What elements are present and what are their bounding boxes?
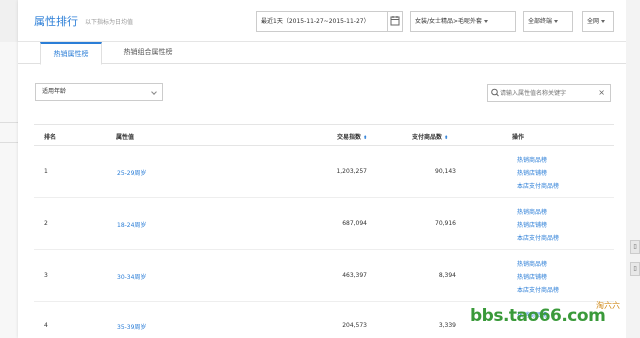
rank-cell: 4 <box>44 322 48 329</box>
right-gutter <box>626 0 640 338</box>
table-row: 1 25-29周岁 1,203,257 90,143 热销商品榜 热销店铺榜 本… <box>34 146 614 198</box>
share-button[interactable]: ▯ <box>630 262 640 276</box>
table-row: 2 18-24周岁 687,094 70,916 热销商品榜 热销店铺榜 本店支… <box>34 198 614 250</box>
hot-shop-link[interactable]: 热销店铺榜 <box>517 168 547 177</box>
pay-count-value: 3,339 <box>438 322 456 329</box>
hot-product-link[interactable]: 热销商品榜 <box>517 259 547 268</box>
sort-icon: ⬍ <box>363 135 368 141</box>
watermark-text: bbs.tao66.com <box>470 306 606 326</box>
tab-hot-combo-attributes[interactable]: 热销组合属性榜 <box>104 42 192 64</box>
attribute-link[interactable]: 18-24周岁 <box>117 220 146 229</box>
age-filter-select[interactable]: 适用年龄 <box>35 83 163 101</box>
pay-count-value: 70,916 <box>435 220 456 227</box>
pay-count-value: 8,394 <box>438 272 456 279</box>
col-attribute: 属性值 <box>116 134 135 141</box>
hot-shop-link[interactable]: 热销店铺榜 <box>517 220 547 229</box>
page-title: 属性排行 <box>34 15 78 28</box>
own-shop-link[interactable]: 本店支付商品榜 <box>517 181 559 190</box>
search-box: × <box>487 84 611 102</box>
chevron-down-icon <box>554 20 559 23</box>
page-header: 属性排行 以下指标为日均值 最近1天（2015-11-27~2015-11-27… <box>18 0 626 42</box>
sort-icon: ⬍ <box>444 135 449 141</box>
feedback-button[interactable]: ▯ <box>630 240 640 254</box>
date-range-picker[interactable]: 最近1天（2015-11-27~2015-11-27） <box>256 11 388 32</box>
tab-label: 热销属性榜 <box>53 50 89 58</box>
hot-product-link[interactable]: 热销商品榜 <box>517 155 547 164</box>
search-icon <box>491 88 499 97</box>
calendar-icon <box>390 16 400 26</box>
pay-count-value: 90,143 <box>435 168 456 175</box>
trade-index-value: 687,094 <box>342 220 367 227</box>
category-select[interactable]: 女装/女士精品>毛呢外套 <box>410 11 516 32</box>
hot-shop-link[interactable]: 热销店铺榜 <box>517 272 547 281</box>
rank-cell: 2 <box>44 220 48 227</box>
chevron-down-icon <box>151 89 157 95</box>
chevron-down-icon <box>601 20 606 23</box>
tab-bar: 热销属性榜 热销组合属性榜 <box>18 42 626 65</box>
terminal-label: 全部终端 <box>528 18 553 25</box>
attribute-link[interactable]: 25-29周岁 <box>117 168 146 177</box>
col-pay-count[interactable]: 支付商品数 ⬍ <box>412 132 448 141</box>
trade-index-value: 463,397 <box>342 272 367 279</box>
hot-product-link[interactable]: 热销商品榜 <box>517 207 547 216</box>
close-icon[interactable]: × <box>598 88 605 97</box>
table-row: 3 30-34周岁 463,397 8,394 热销商品榜 热销店铺榜 本店支付… <box>34 250 614 302</box>
col-action: 操作 <box>512 134 525 141</box>
scope-label: 全网 <box>587 18 600 25</box>
tab-label: 热销组合属性榜 <box>123 48 173 56</box>
tab-hot-attributes[interactable]: 热销属性榜 <box>40 42 102 65</box>
col-trade-index[interactable]: 交易指数 ⬍ <box>337 132 367 141</box>
rank-cell: 3 <box>44 272 48 279</box>
trade-index-value: 204,573 <box>342 322 367 329</box>
table-header: 排名 属性值 交易指数 ⬍ 支付商品数 ⬍ 操作 <box>34 124 614 146</box>
col-rank: 排名 <box>44 134 57 141</box>
watermark-brand: 淘六六 <box>596 301 620 310</box>
own-shop-link[interactable]: 本店支付商品榜 <box>517 233 559 242</box>
calendar-button[interactable] <box>387 11 403 32</box>
attribute-link[interactable]: 35-39周岁 <box>117 322 146 331</box>
attribute-link[interactable]: 30-34周岁 <box>117 272 146 281</box>
own-shop-link[interactable]: 本店支付商品榜 <box>517 285 559 294</box>
terminal-select[interactable]: 全部终端 <box>523 11 573 32</box>
main-panel: 属性排行 以下指标为日均值 最近1天（2015-11-27~2015-11-27… <box>18 0 626 338</box>
left-gutter <box>0 42 18 338</box>
category-label: 女装/女士精品>毛呢外套 <box>415 18 483 25</box>
page-subtitle: 以下指标为日均值 <box>85 19 134 26</box>
chevron-down-icon <box>484 20 489 23</box>
search-input[interactable] <box>500 87 596 99</box>
date-range-label: 最近1天（2015-11-27~2015-11-27） <box>261 18 370 25</box>
scope-select[interactable]: 全网 <box>582 11 614 32</box>
rank-cell: 1 <box>44 168 48 175</box>
trade-index-value: 1,203,257 <box>336 168 367 175</box>
age-filter-label: 适用年龄 <box>42 88 67 95</box>
